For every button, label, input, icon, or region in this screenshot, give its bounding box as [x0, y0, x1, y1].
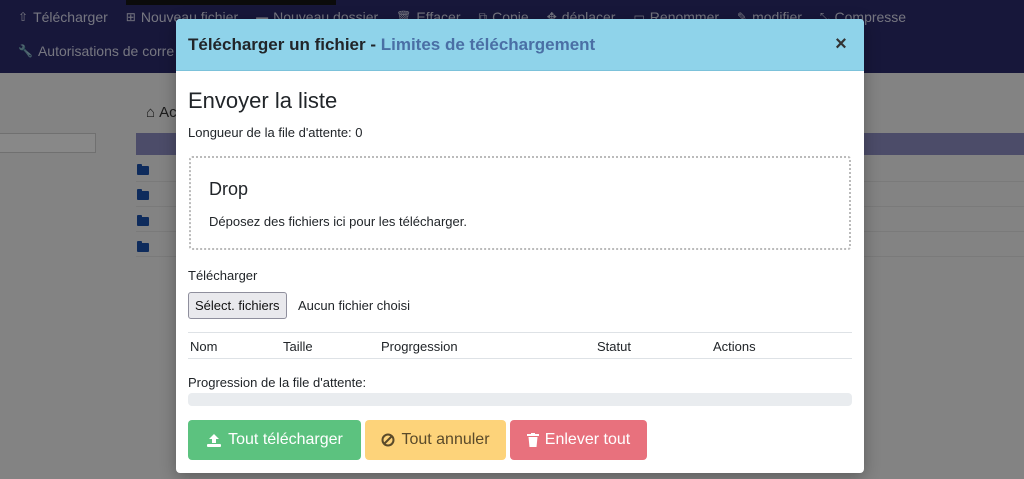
no-file-chosen-text: Aucun fichier choisi [298, 298, 410, 313]
trash-icon [526, 433, 539, 447]
upload-all-button[interactable]: Tout télécharger [188, 420, 361, 460]
upload-queue-table-header: Nom Taille Progrgession Statut Actions [188, 332, 852, 359]
drop-zone[interactable]: Drop Déposez des fichiers ici pour les t… [189, 156, 851, 250]
close-icon[interactable]: × [832, 34, 850, 54]
upload-limits-link[interactable]: Limites de téléchargement [381, 35, 595, 54]
modal-title: Télécharger un fichier - Limites de télé… [188, 35, 595, 55]
modal-title-main: Télécharger un fichier - [188, 34, 381, 54]
queue-progress-bar [188, 393, 852, 406]
cancel-all-label: Tout annuler [401, 431, 490, 448]
upload-modal: Télécharger un fichier - Limites de télé… [176, 19, 864, 473]
ban-icon [381, 433, 395, 447]
column-header-progress: Progrgession [381, 339, 458, 354]
column-header-actions: Actions [713, 339, 756, 354]
remove-all-button[interactable]: Enlever tout [510, 420, 647, 460]
column-header-size: Taille [283, 339, 313, 354]
select-files-button[interactable]: Sélect. fichiers [188, 292, 287, 319]
drop-zone-text: Déposez des fichiers ici pour les téléch… [209, 214, 467, 229]
column-header-name: Nom [190, 339, 218, 354]
upload-all-label: Tout télécharger [228, 431, 343, 448]
remove-all-label: Enlever tout [544, 431, 631, 448]
column-header-status: Statut [597, 339, 631, 354]
queue-heading: Envoyer la liste [188, 88, 338, 113]
drop-zone-title: Drop [209, 179, 249, 199]
upload-icon [206, 433, 222, 448]
modal-header: Télécharger un fichier - Limites de télé… [176, 19, 864, 71]
queue-progress-label: Progression de la file d'attente: [188, 375, 367, 390]
upload-field-label: Télécharger [188, 268, 258, 283]
cancel-all-button[interactable]: Tout annuler [365, 420, 506, 460]
queue-length: Longueur de la file d'attente: 0 [188, 125, 363, 140]
